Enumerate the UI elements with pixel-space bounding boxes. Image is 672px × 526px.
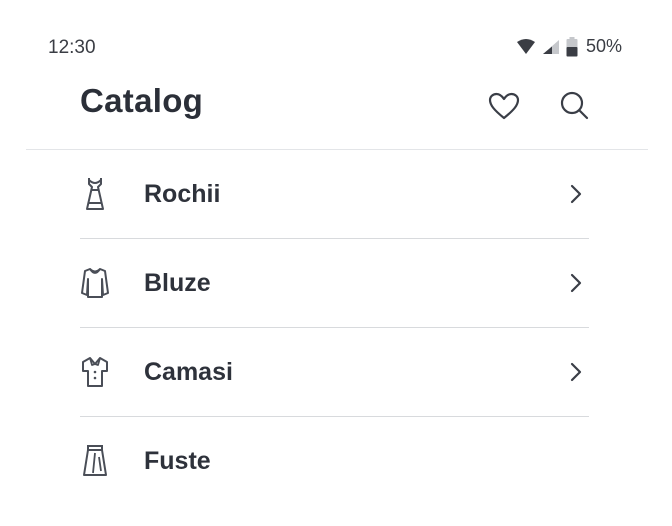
chevron-right-icon	[570, 362, 582, 382]
category-label: Rochii	[144, 179, 221, 208]
category-label: Camasi	[144, 357, 233, 386]
status-time: 12:30	[48, 37, 96, 58]
battery-percentage: 50%	[585, 36, 622, 56]
blouse-icon	[81, 268, 109, 298]
category-item-fuste[interactable]: Fuste	[80, 417, 589, 505]
signal-icon	[542, 39, 559, 54]
app-header: Catalog	[0, 82, 672, 128]
status-icons: 50%	[516, 36, 622, 57]
heart-icon	[488, 92, 520, 120]
category-item-rochii[interactable]: Rochii	[80, 150, 589, 239]
search-icon	[560, 91, 589, 120]
search-button[interactable]	[557, 88, 593, 124]
category-list: Rochii Bluze Camasi Fuste	[80, 150, 589, 505]
skirt-icon	[83, 445, 107, 476]
chevron-right-icon	[570, 273, 582, 293]
category-item-camasi[interactable]: Camasi	[80, 328, 589, 417]
page-title: Catalog	[80, 82, 204, 119]
wifi-icon	[516, 38, 535, 54]
category-item-bluze[interactable]: Bluze	[80, 239, 589, 328]
dress-icon	[86, 178, 104, 210]
category-label: Bluze	[144, 268, 211, 297]
category-label: Fuste	[144, 446, 211, 475]
favorites-button[interactable]	[486, 88, 522, 124]
battery-icon	[566, 36, 578, 56]
chevron-right-icon	[570, 184, 582, 204]
shirt-icon	[82, 357, 108, 387]
